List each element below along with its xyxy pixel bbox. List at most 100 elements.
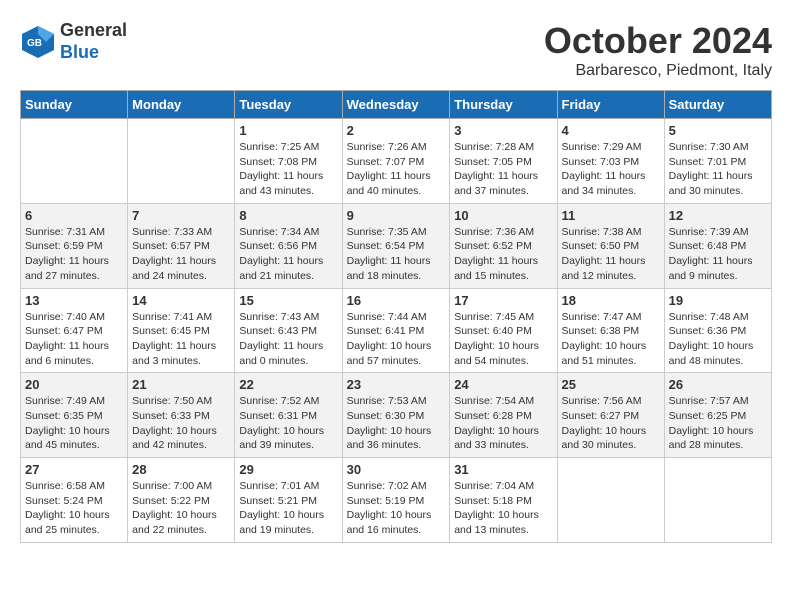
day-info: Sunrise: 7:01 AMSunset: 5:21 PMDaylight:… <box>239 479 337 538</box>
day-number: 27 <box>25 462 123 477</box>
col-wednesday: Wednesday <box>342 91 450 119</box>
day-number: 4 <box>562 123 660 138</box>
col-sunday: Sunday <box>21 91 128 119</box>
day-info: Sunrise: 6:58 AMSunset: 5:24 PMDaylight:… <box>25 479 123 538</box>
day-number: 1 <box>239 123 337 138</box>
calendar-day: 30 Sunrise: 7:02 AMSunset: 5:19 PMDayligh… <box>342 458 450 543</box>
day-number: 14 <box>132 293 230 308</box>
day-info: Sunrise: 7:02 AMSunset: 5:19 PMDaylight:… <box>347 479 446 538</box>
col-friday: Friday <box>557 91 664 119</box>
calendar-day: 22Sunrise: 7:52 AMSunset: 6:31 PMDayligh… <box>235 373 342 458</box>
day-number: 5 <box>669 123 767 138</box>
logo-icon: GB <box>20 24 56 60</box>
day-number: 31 <box>454 462 552 477</box>
calendar-day: 8 Sunrise: 7:34 AMSunset: 6:56 PMDaylight… <box>235 203 342 288</box>
day-number: 12 <box>669 208 767 223</box>
calendar-day: 20 Sunrise: 7:49 AMSunset: 6:35 PMDayligh… <box>21 373 128 458</box>
calendar-day: 17 Sunrise: 7:45 AMSunset: 6:40 PMDayligh… <box>450 288 557 373</box>
calendar-day: 6Sunrise: 7:31 AMSunset: 6:59 PMDaylight… <box>21 203 128 288</box>
calendar-week-1: 6Sunrise: 7:31 AMSunset: 6:59 PMDaylight… <box>21 203 772 288</box>
logo-general-text: General <box>60 20 127 42</box>
day-info: Sunrise: 7:45 AMSunset: 6:40 PMDaylight:… <box>454 310 552 369</box>
logo-text: General Blue <box>60 20 127 63</box>
calendar-day: 10Sunrise: 7:36 AMSunset: 6:52 PMDayligh… <box>450 203 557 288</box>
day-info: Sunrise: 7:57 AMSunset: 6:25 PMDaylight:… <box>669 394 767 453</box>
calendar-day: 9 Sunrise: 7:35 AMSunset: 6:54 PMDaylight… <box>342 203 450 288</box>
calendar-day: 21 Sunrise: 7:50 AMSunset: 6:33 PMDayligh… <box>128 373 235 458</box>
day-number: 15 <box>239 293 337 308</box>
day-number: 2 <box>347 123 446 138</box>
day-info: Sunrise: 7:50 AMSunset: 6:33 PMDaylight:… <box>132 394 230 453</box>
day-info: Sunrise: 7:35 AMSunset: 6:54 PMDaylight:… <box>347 225 446 284</box>
day-info: Sunrise: 7:29 AMSunset: 7:03 PMDaylight:… <box>562 140 660 199</box>
day-info: Sunrise: 7:43 AMSunset: 6:43 PMDaylight:… <box>239 310 337 369</box>
day-number: 18 <box>562 293 660 308</box>
day-number: 25 <box>562 377 660 392</box>
day-number: 22 <box>239 377 337 392</box>
calendar-week-0: 1 Sunrise: 7:25 AMSunset: 7:08 PMDaylight… <box>21 119 772 204</box>
day-number: 10 <box>454 208 552 223</box>
col-saturday: Saturday <box>664 91 771 119</box>
day-info: Sunrise: 7:26 AMSunset: 7:07 PMDaylight:… <box>347 140 446 199</box>
calendar-day: 19Sunrise: 7:48 AMSunset: 6:36 PMDayligh… <box>664 288 771 373</box>
calendar-week-4: 27 Sunrise: 6:58 AMSunset: 5:24 PMDayligh… <box>21 458 772 543</box>
calendar-day <box>21 119 128 204</box>
day-number: 21 <box>132 377 230 392</box>
calendar-week-3: 20 Sunrise: 7:49 AMSunset: 6:35 PMDayligh… <box>21 373 772 458</box>
day-number: 23 <box>347 377 446 392</box>
calendar-day: 4 Sunrise: 7:29 AMSunset: 7:03 PMDaylight… <box>557 119 664 204</box>
day-number: 8 <box>239 208 337 223</box>
calendar-day: 7 Sunrise: 7:33 AMSunset: 6:57 PMDaylight… <box>128 203 235 288</box>
day-number: 9 <box>347 208 446 223</box>
day-info: Sunrise: 7:48 AMSunset: 6:36 PMDaylight:… <box>669 310 767 369</box>
day-info: Sunrise: 7:49 AMSunset: 6:35 PMDaylight:… <box>25 394 123 453</box>
day-number: 7 <box>132 208 230 223</box>
day-info: Sunrise: 7:25 AMSunset: 7:08 PMDaylight:… <box>239 140 337 199</box>
day-number: 13 <box>25 293 123 308</box>
day-number: 17 <box>454 293 552 308</box>
day-info: Sunrise: 7:33 AMSunset: 6:57 PMDaylight:… <box>132 225 230 284</box>
calendar-day: 15 Sunrise: 7:43 AMSunset: 6:43 PMDayligh… <box>235 288 342 373</box>
calendar-day <box>664 458 771 543</box>
calendar-day: 18 Sunrise: 7:47 AMSunset: 6:38 PMDayligh… <box>557 288 664 373</box>
logo-blue-text: Blue <box>60 42 127 64</box>
calendar-table: Sunday Monday Tuesday Wednesday Thursday… <box>20 90 772 543</box>
calendar-day: 1 Sunrise: 7:25 AMSunset: 7:08 PMDaylight… <box>235 119 342 204</box>
day-number: 16 <box>347 293 446 308</box>
day-number: 30 <box>347 462 446 477</box>
calendar-day: 24 Sunrise: 7:54 AMSunset: 6:28 PMDayligh… <box>450 373 557 458</box>
calendar-day: 13Sunrise: 7:40 AMSunset: 6:47 PMDayligh… <box>21 288 128 373</box>
day-info: Sunrise: 7:30 AMSunset: 7:01 PMDaylight:… <box>669 140 767 199</box>
day-number: 20 <box>25 377 123 392</box>
calendar-day <box>128 119 235 204</box>
day-info: Sunrise: 7:53 AMSunset: 6:30 PMDaylight:… <box>347 394 446 453</box>
header-row: Sunday Monday Tuesday Wednesday Thursday… <box>21 91 772 119</box>
calendar-day: 2 Sunrise: 7:26 AMSunset: 7:07 PMDaylight… <box>342 119 450 204</box>
calendar-day: 25 Sunrise: 7:56 AMSunset: 6:27 PMDayligh… <box>557 373 664 458</box>
logo: GB General Blue <box>20 20 127 63</box>
day-info: Sunrise: 7:38 AMSunset: 6:50 PMDaylight:… <box>562 225 660 284</box>
location-subtitle: Barbaresco, Piedmont, Italy <box>544 62 772 80</box>
col-monday: Monday <box>128 91 235 119</box>
page-header: GB General Blue October 2024 Barbaresco,… <box>20 20 772 80</box>
calendar-day: 14 Sunrise: 7:41 AMSunset: 6:45 PMDayligh… <box>128 288 235 373</box>
day-info: Sunrise: 7:54 AMSunset: 6:28 PMDaylight:… <box>454 394 552 453</box>
calendar-day: 3Sunrise: 7:28 AMSunset: 7:05 PMDaylight… <box>450 119 557 204</box>
month-title: October 2024 <box>544 20 772 62</box>
calendar-day: 29 Sunrise: 7:01 AMSunset: 5:21 PMDayligh… <box>235 458 342 543</box>
day-info: Sunrise: 7:34 AMSunset: 6:56 PMDaylight:… <box>239 225 337 284</box>
calendar-day: 26 Sunrise: 7:57 AMSunset: 6:25 PMDayligh… <box>664 373 771 458</box>
day-number: 24 <box>454 377 552 392</box>
day-number: 26 <box>669 377 767 392</box>
calendar-day: 23 Sunrise: 7:53 AMSunset: 6:30 PMDayligh… <box>342 373 450 458</box>
calendar-week-2: 13Sunrise: 7:40 AMSunset: 6:47 PMDayligh… <box>21 288 772 373</box>
day-info: Sunrise: 7:47 AMSunset: 6:38 PMDaylight:… <box>562 310 660 369</box>
day-info: Sunrise: 7:39 AMSunset: 6:48 PMDaylight:… <box>669 225 767 284</box>
day-number: 29 <box>239 462 337 477</box>
calendar-day: 5 Sunrise: 7:30 AMSunset: 7:01 PMDaylight… <box>664 119 771 204</box>
col-thursday: Thursday <box>450 91 557 119</box>
title-section: October 2024 Barbaresco, Piedmont, Italy <box>544 20 772 80</box>
calendar-day: 27 Sunrise: 6:58 AMSunset: 5:24 PMDayligh… <box>21 458 128 543</box>
day-info: Sunrise: 7:41 AMSunset: 6:45 PMDaylight:… <box>132 310 230 369</box>
day-info: Sunrise: 7:56 AMSunset: 6:27 PMDaylight:… <box>562 394 660 453</box>
